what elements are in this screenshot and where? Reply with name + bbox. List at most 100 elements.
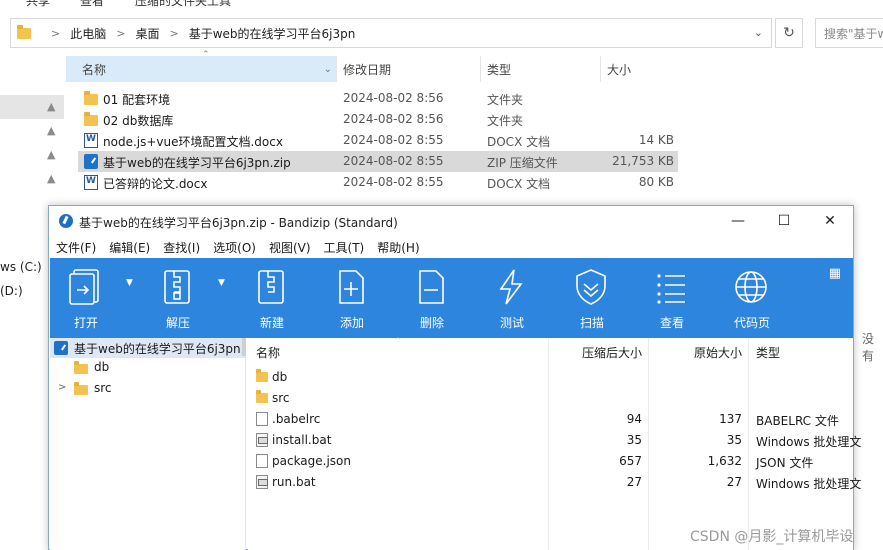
file-row[interactable]: node.js+vue环境配置文档.docx 2024-08-02 8:55 D… <box>78 130 678 151</box>
view-button[interactable]: 查看 <box>632 258 712 338</box>
scan-label: 扫描 <box>579 316 604 330</box>
new-button[interactable]: 新建 <box>232 258 312 338</box>
nav-drive-d[interactable]: (D:) <box>0 284 23 298</box>
file-type: 文件夹 <box>487 93 524 107</box>
chevron-right-icon[interactable]: > <box>116 27 125 40</box>
pin-icon[interactable]: ▲ <box>47 172 55 185</box>
item-type: Windows 批处理文 <box>756 435 862 449</box>
column-type-label: 类型 <box>756 345 781 360</box>
window-title: 基于web的在线学习平台6j3pn.zip - Bandizip (Standa… <box>79 216 398 230</box>
list-item[interactable]: .babelrc 94 137 BABELRC 文件 <box>248 408 853 429</box>
column-header-name[interactable]: 名称 ⌄ <box>66 56 336 82</box>
tree-item-db[interactable]: db <box>50 358 246 378</box>
add-button[interactable]: 添加 <box>312 258 392 338</box>
file-size: 14 KB <box>638 133 674 147</box>
menu-edit[interactable]: 编辑(E) <box>109 239 150 256</box>
item-original-size: 137 <box>719 412 742 426</box>
column-header-type[interactable]: 类型 <box>756 338 780 366</box>
extract-button[interactable]: 解压 <box>138 258 218 338</box>
bandizip-window: 基于web的在线学习平台6j3pn.zip - Bandizip (Standa… <box>46 205 861 550</box>
item-original-size: 1,632 <box>707 454 742 468</box>
codepage-button[interactable]: 代码页 <box>712 258 792 338</box>
file-type: DOCX 文档 <box>487 135 551 149</box>
breadcrumb-desktop[interactable]: 桌面 <box>135 25 159 42</box>
open-button[interactable]: 打开 <box>46 258 126 338</box>
maximize-button[interactable]: ☐ <box>761 206 807 236</box>
list-item[interactable]: db <box>248 366 853 387</box>
file-row[interactable]: 已答辩的论文.docx 2024-08-02 8:55 DOCX 文档 80 K… <box>78 172 678 193</box>
zip-icon <box>84 154 98 169</box>
maximize-icon: ☐ <box>777 213 791 229</box>
pin-icon[interactable]: ▲ <box>47 124 55 137</box>
open-icon <box>69 269 99 305</box>
column-original-label: 原始大小 <box>693 345 742 360</box>
folder-icon <box>256 390 268 403</box>
ribbon-tab-zip-tools[interactable]: 压缩的文件夹工具 <box>135 0 231 9</box>
chevron-down-icon[interactable]: ▼ <box>218 278 225 288</box>
file-row[interactable]: 02 db数据库 2024-08-02 8:56 文件夹 <box>78 109 678 130</box>
menu-find[interactable]: 查找(I) <box>163 239 200 256</box>
pin-icon[interactable]: ▲ <box>47 100 55 113</box>
ribbon-tab-share[interactable]: 共享 <box>26 0 50 9</box>
column-name-label: 名称 <box>256 345 281 360</box>
pin-icon[interactable]: ▲ <box>47 148 55 161</box>
breadcrumb-this-pc[interactable]: 此电脑 <box>70 25 106 42</box>
file-list-header: ⌃ 名称 ⌄ 修改日期 类型 大小 <box>66 50 680 82</box>
column-compressed-label: 压缩后大小 <box>581 345 642 360</box>
tree-item-label: 基于web的在线学习平台6j3pn.zip <box>74 342 246 356</box>
delete-button[interactable]: 删除 <box>392 258 472 338</box>
title-bar[interactable]: 基于web的在线学习平台6j3pn.zip - Bandizip (Standa… <box>49 206 853 236</box>
list-item[interactable]: package.json 657 1,632 JSON 文件 <box>248 450 853 471</box>
chevron-down-icon[interactable]: ⌄ <box>324 64 332 75</box>
folder-icon <box>84 91 98 105</box>
breadcrumb-current-folder[interactable]: 基于web的在线学习平台6j3pn <box>189 25 356 42</box>
chevron-right-icon[interactable]: > <box>169 27 178 40</box>
file-date: 2024-08-02 8:56 <box>343 112 444 126</box>
ribbon-tab-view[interactable]: 查看 <box>80 0 104 9</box>
chevron-right-icon[interactable]: > <box>51 27 60 40</box>
menu-help[interactable]: 帮助(H) <box>377 239 419 256</box>
delete-label: 删除 <box>419 316 444 330</box>
minimize-button[interactable]: — <box>715 206 761 236</box>
search-input[interactable]: 搜索"基于w <box>815 18 883 48</box>
file-name: 已答辩的论文.docx <box>103 177 208 191</box>
column-size-label: 大小 <box>607 62 632 77</box>
column-header-type[interactable]: 类型 <box>480 56 600 82</box>
list-item[interactable]: run.bat 27 27 Windows 批处理文 <box>248 471 861 492</box>
menu-tools[interactable]: 工具(T) <box>324 239 365 256</box>
list-view-icon <box>657 274 685 304</box>
column-header-original[interactable]: 原始大小 <box>648 338 742 366</box>
column-header-size[interactable]: 大小 <box>600 56 680 82</box>
grid-layout-icon[interactable]: ▦ <box>829 266 841 281</box>
menu-file[interactable]: 文件(F) <box>56 239 96 256</box>
list-item[interactable]: install.bat 35 35 Windows 批处理文 <box>248 429 861 450</box>
address-bar[interactable]: > 此电脑 > 桌面 > 基于web的在线学习平台6j3pn ⌄ <box>10 18 772 48</box>
chevron-down-icon[interactable]: ▼ <box>126 278 133 288</box>
docx-icon <box>84 175 98 190</box>
tree-scrollbar[interactable] <box>242 338 246 356</box>
file-type: 文件夹 <box>487 114 524 128</box>
chevron-down-icon[interactable]: ⌄ <box>754 26 763 39</box>
new-label: 新建 <box>259 316 284 330</box>
refresh-button[interactable]: ↻ <box>775 18 803 48</box>
item-type: Windows 批处理文 <box>756 477 862 491</box>
column-type-label: 类型 <box>487 62 512 77</box>
tree-item-archive[interactable]: 基于web的在线学习平台6j3pn.zip <box>50 338 246 358</box>
tree-item-src[interactable]: > src <box>50 379 246 399</box>
column-header-compressed[interactable]: 压缩后大小 <box>548 338 642 366</box>
column-header-date[interactable]: 修改日期 <box>336 56 480 82</box>
scan-button[interactable]: 扫描 <box>552 258 632 338</box>
nav-drive-c[interactable]: ws (C:) <box>0 260 42 274</box>
file-row[interactable]: 01 配套环境 2024-08-02 8:56 文件夹 <box>78 88 678 109</box>
menu-options[interactable]: 选项(O) <box>213 239 256 256</box>
chevron-right-icon[interactable]: > <box>58 382 66 393</box>
test-button[interactable]: 测试 <box>472 258 552 338</box>
item-name: .babelrc <box>272 412 321 426</box>
column-header-name[interactable]: 名称 <box>256 338 280 366</box>
file-row-selected[interactable]: 基于web的在线学习平台6j3pn.zip 2024-08-02 8:55 ZI… <box>78 151 678 172</box>
minimize-icon: — <box>731 213 745 229</box>
close-button[interactable]: ✕ <box>807 206 853 236</box>
list-item[interactable]: src <box>248 387 853 408</box>
menu-view[interactable]: 视图(V) <box>269 239 311 256</box>
folder-icon <box>74 361 88 374</box>
